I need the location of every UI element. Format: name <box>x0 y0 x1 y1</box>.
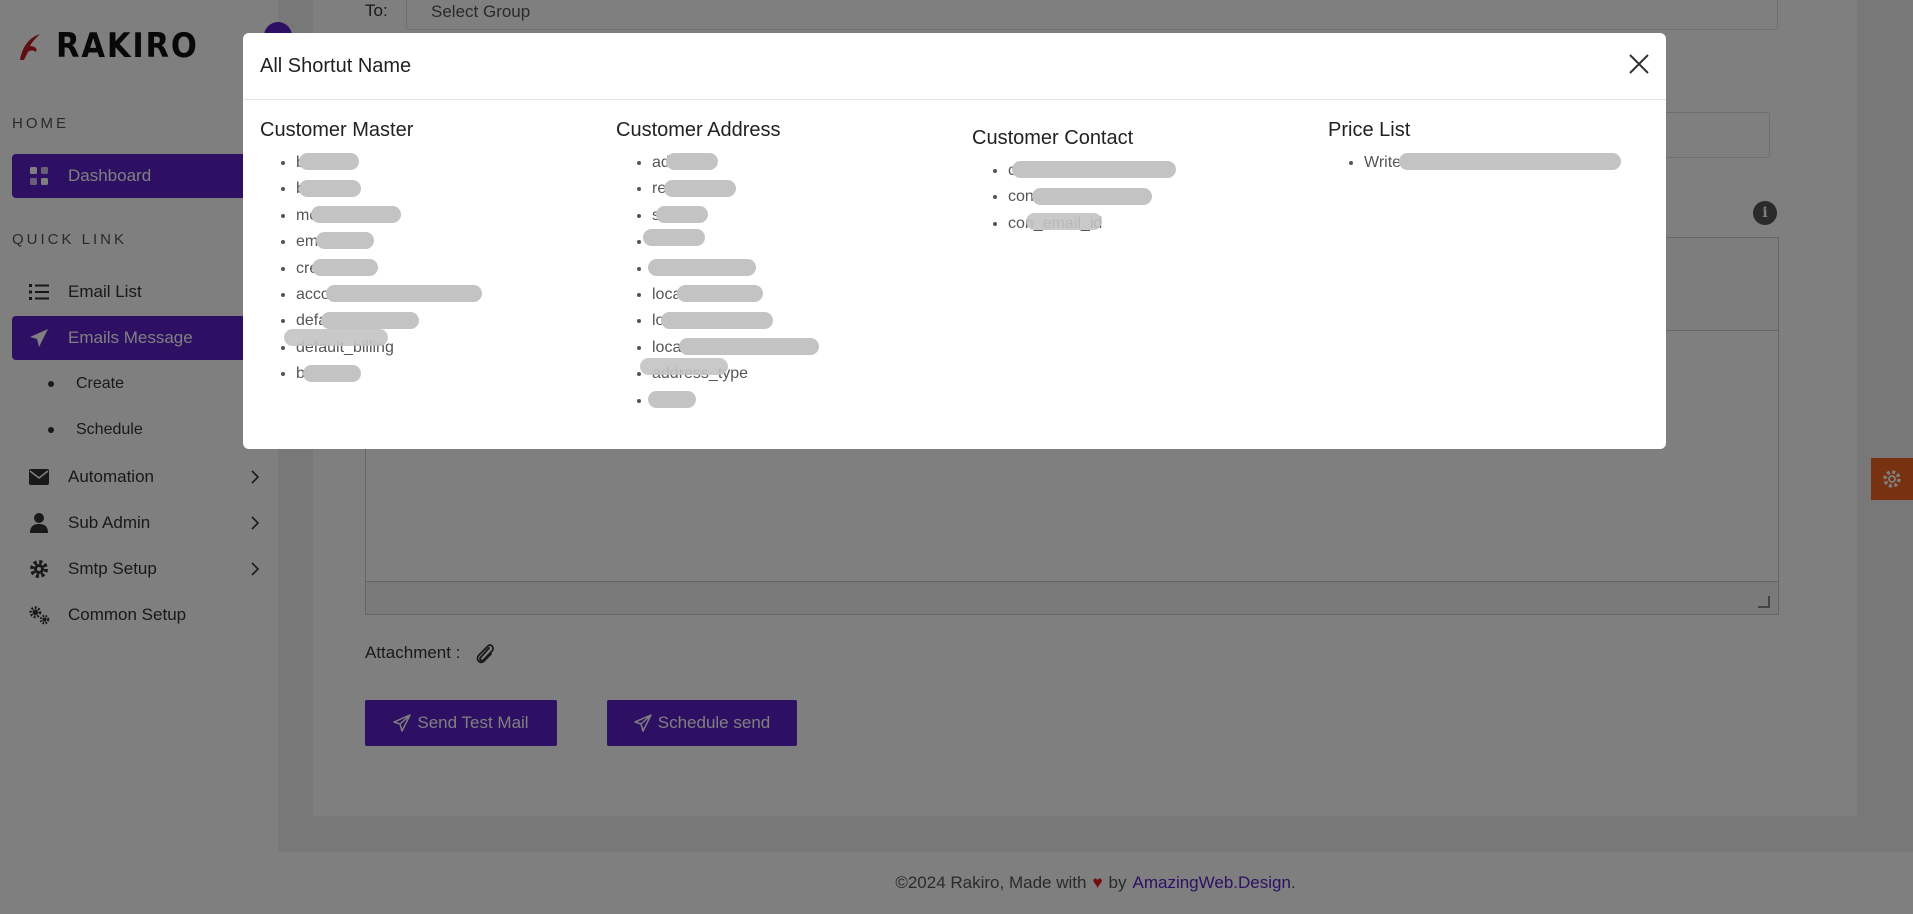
list-item: s <box>652 203 956 229</box>
redacted-text <box>1031 187 1152 205</box>
list-item: con <box>1008 184 1312 210</box>
list-item: em <box>296 229 600 255</box>
redacted-text <box>316 232 375 250</box>
modal-header: All Shortut Name <box>243 33 1666 100</box>
list-item: mob <box>296 203 600 229</box>
column-title: Customer Contact <box>972 127 1134 149</box>
customer-address-column: Customer Address ad re s block loca loca… <box>616 119 956 414</box>
list-item: c <box>1008 158 1312 184</box>
redacted-text <box>325 285 482 303</box>
redacted-text <box>665 153 718 171</box>
list-item: re <box>652 176 956 202</box>
redacted-text <box>660 311 773 329</box>
list-item: default_billing <box>283 329 600 361</box>
list-item: b <box>296 176 600 202</box>
shortcut-list: c con con_email_id <box>972 158 1312 237</box>
list-item: block <box>643 229 956 255</box>
redacted-text <box>283 329 388 347</box>
redacted-text <box>643 229 706 247</box>
redacted-text <box>677 285 764 303</box>
redacted-text <box>648 258 756 276</box>
redacted-text <box>311 206 402 224</box>
list-item: con_email_id <box>1008 211 1312 237</box>
redacted-text <box>648 390 696 408</box>
shortcut-names-modal: All Shortut Name Customer Master b b mob… <box>243 33 1666 449</box>
redacted-text <box>298 179 361 197</box>
close-icon[interactable] <box>1626 51 1652 77</box>
list-item: loca <box>652 282 956 308</box>
list-item: address_type <box>640 357 956 387</box>
customer-contact-column: Customer Contact c con con_email_id <box>972 127 1312 237</box>
redacted-text <box>640 357 729 375</box>
redacted-text <box>664 179 737 197</box>
column-title: Customer Address <box>616 119 781 141</box>
price-list-column: Price List Write <box>1328 119 1648 176</box>
redacted-text <box>679 338 820 356</box>
redacted-text <box>312 258 379 276</box>
shortcut-list: b b mob em cre acco defa default_billing… <box>260 150 600 388</box>
modal-title: All Shortut Name <box>260 55 412 77</box>
redacted-text <box>298 153 359 171</box>
shortcut-list: ad re s block loca location_country loca… <box>616 150 956 414</box>
list-item: acco <box>296 282 600 308</box>
column-title: Customer Master <box>260 119 414 141</box>
list-item: b <box>296 361 600 387</box>
shortcut-list: Write <box>1328 150 1648 176</box>
list-item <box>648 388 956 414</box>
redacted-text <box>1012 161 1176 179</box>
column-title: Price List <box>1328 119 1411 141</box>
redacted-text <box>321 311 420 329</box>
redacted-text <box>1399 153 1622 171</box>
list-item: Write <box>1364 150 1648 176</box>
redacted-text <box>1026 213 1103 231</box>
list-item: ad <box>652 150 956 176</box>
customer-master-column: Customer Master b b mob em cre acco defa… <box>260 119 600 388</box>
redacted-text <box>656 206 708 224</box>
list-item: cre <box>296 256 600 282</box>
list-item: b <box>296 150 600 176</box>
redacted-text <box>302 364 361 382</box>
list-item: location_country <box>652 308 956 334</box>
list-item <box>648 256 956 282</box>
